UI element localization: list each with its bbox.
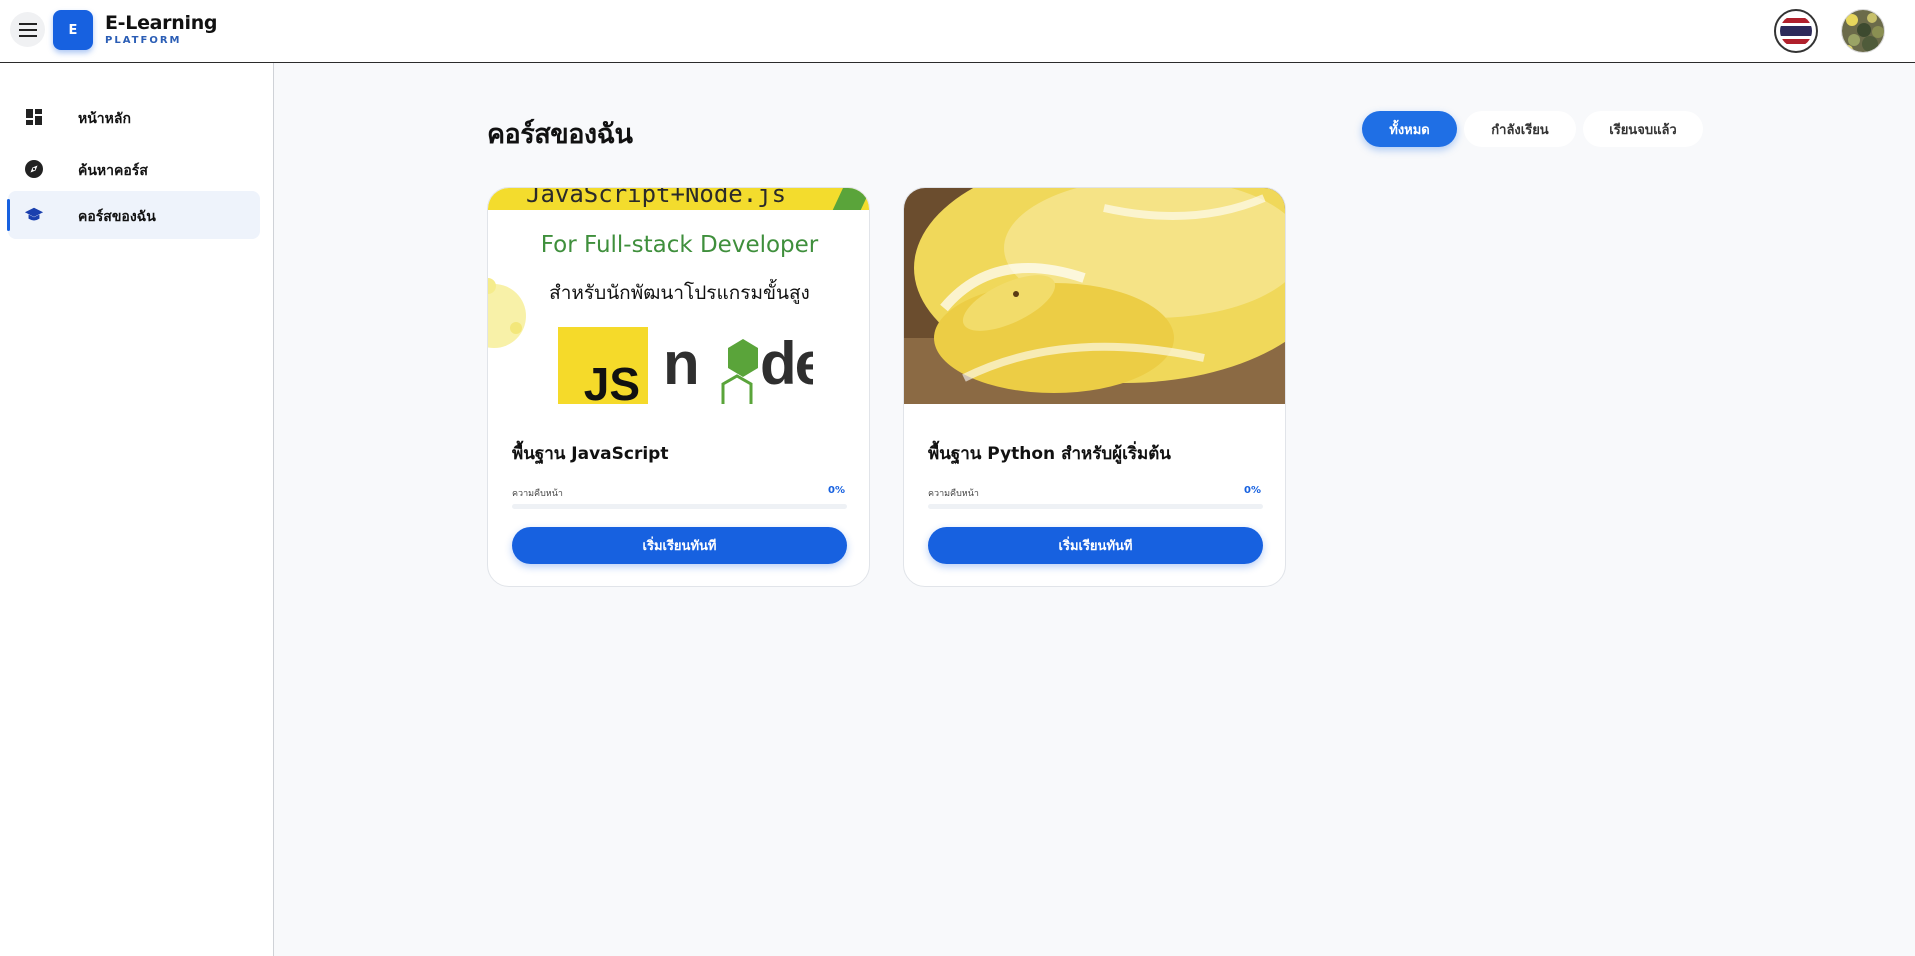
thumb-subtitle-th: สำหรับนักพัฒนาโปรแกรมขั้นสูง (549, 282, 810, 304)
tab-all[interactable]: ทั้งหมด (1362, 111, 1457, 147)
button-label: เริ่มเรียนทันที (642, 539, 717, 554)
course-thumbnail[interactable]: JavaScript+Node.js For Full-stack Develo… (488, 188, 869, 404)
start-learning-button[interactable]: เริ่มเรียนทันที (928, 527, 1263, 564)
thumb-subtitle-en: For Full-stack Developer (540, 232, 819, 258)
sidebar: หน้าหลัก ค้นหาคอร์ส คอร์สของฉัน (0, 63, 274, 956)
dashboard-icon (24, 107, 44, 127)
tab-label: เรียนจบแล้ว (1609, 122, 1677, 138)
page-title: คอร์สของฉัน (487, 119, 633, 150)
hamburger-menu-icon (18, 22, 37, 37)
sidebar-item-label: ค้นหาคอร์ส (78, 163, 148, 179)
tab-label: ทั้งหมด (1389, 122, 1430, 138)
thumb-banner-text: JavaScript+Node.js (526, 188, 787, 208)
compass-icon (24, 159, 44, 179)
progress-value: 0% (828, 485, 845, 496)
tab-label: กำลังเรียน (1491, 122, 1549, 138)
course-card: พื้นฐาน Python สำหรับผู้เริ่มต้น ความคืบ… (903, 187, 1286, 587)
brand-subtitle: PLATFORM (105, 35, 182, 46)
svg-text:n: n (663, 330, 698, 397)
progress-bar (512, 504, 847, 509)
brand-name: E-Learning (105, 12, 218, 34)
thumb-banner: JavaScript+Node.js (488, 188, 869, 210)
course-title: พื้นฐาน JavaScript (512, 444, 669, 464)
sidebar-item-label: หน้าหลัก (78, 111, 131, 127)
progress-label: ความคืบหน้า (512, 489, 563, 499)
thai-flag-icon (1780, 15, 1812, 47)
js-logo: JS (558, 327, 648, 404)
js-logo-text: JS (583, 358, 640, 404)
sidebar-item-my-courses[interactable]: คอร์สของฉัน (7, 191, 260, 239)
course-title: พื้นฐาน Python สำหรับผู้เริ่มต้น (928, 444, 1171, 464)
language-button[interactable] (1774, 9, 1818, 53)
course-thumbnail[interactable] (904, 188, 1285, 404)
start-learning-button[interactable]: เริ่มเรียนทันที (512, 527, 847, 564)
course-card: JavaScript+Node.js For Full-stack Develo… (487, 187, 870, 587)
logo-badge[interactable]: E (53, 10, 93, 50)
top-header: E E-Learning PLATFORM (0, 0, 1915, 63)
menu-button[interactable] (10, 12, 45, 47)
sidebar-item-home[interactable]: หน้าหลัก (8, 93, 260, 141)
logo-letter: E (68, 22, 78, 38)
sidebar-item-explore[interactable]: ค้นหาคอร์ส (8, 145, 260, 193)
school-cap-icon (24, 205, 44, 225)
button-label: เริ่มเรียนทันที (1058, 539, 1133, 554)
tab-completed[interactable]: เรียนจบแล้ว (1583, 111, 1703, 147)
svg-text:de: de (760, 330, 813, 397)
progress-bar (928, 504, 1263, 509)
python-snake-photo (904, 188, 1285, 404)
avatar-image (1842, 10, 1884, 52)
progress-label: ความคืบหน้า (928, 489, 979, 499)
sidebar-item-label: คอร์สของฉัน (78, 209, 156, 225)
user-avatar[interactable] (1841, 9, 1885, 53)
nodejs-logo: n de (663, 330, 813, 404)
progress-value: 0% (1244, 485, 1261, 496)
tab-in-progress[interactable]: กำลังเรียน (1464, 111, 1576, 147)
